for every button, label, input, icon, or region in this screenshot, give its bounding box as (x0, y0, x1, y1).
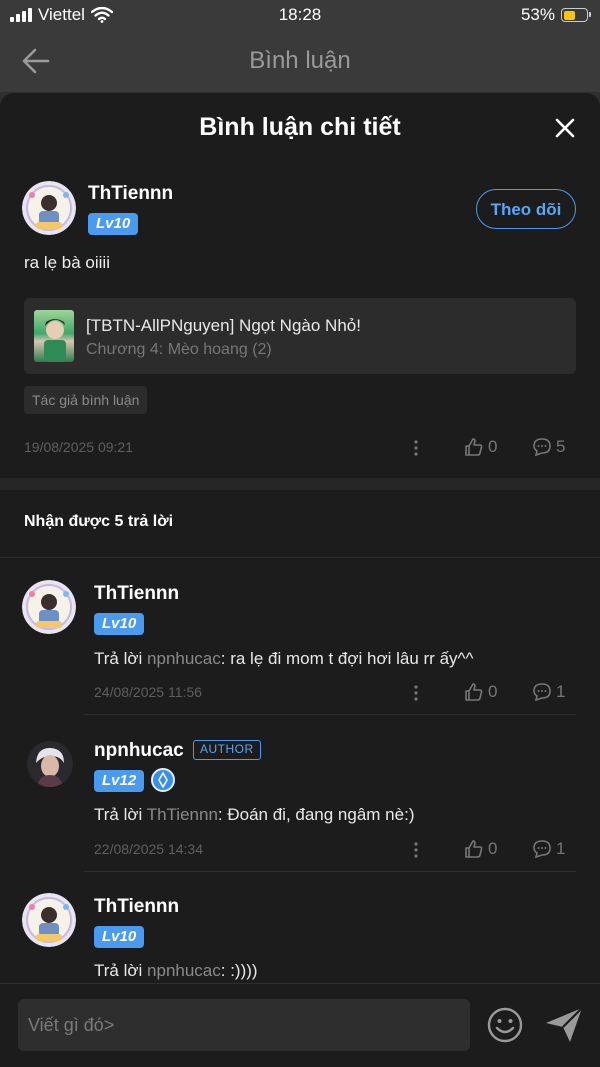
like-button[interactable]: 0 (464, 839, 497, 859)
top-nav: Bình luận (0, 30, 600, 92)
reply-author-name[interactable]: ThTiennn (94, 896, 179, 918)
comment-detail-sheet: Bình luận chi tiết ThTiennn Lv10 Theo dõ… (0, 93, 600, 1067)
divider (84, 871, 576, 872)
book-card[interactable]: [TBTN-AllPNguyen] Ngọt Ngào Nhỏ! Chương … (24, 298, 576, 374)
comment-input[interactable] (18, 999, 470, 1051)
battery-percent: 53% (520, 5, 555, 24)
reply-author-name[interactable]: ThTiennn (94, 583, 179, 605)
divider (0, 557, 600, 558)
comment-bubble-icon (533, 438, 551, 457)
reply-author-name[interactable]: npnhucac (94, 740, 184, 762)
like-button[interactable]: 0 (464, 437, 497, 457)
book-title: [TBTN-AllPNguyen] Ngọt Ngào Nhỏ! (86, 316, 361, 335)
comment-bubble-icon (533, 683, 551, 702)
verified-icon (151, 768, 175, 792)
book-chapter: Chương 4: Mèo hoang (2) (86, 341, 272, 358)
clock: 18:28 (278, 5, 322, 24)
thumbs-up-icon (465, 840, 483, 858)
replies-header: Nhận được 5 trả lời (24, 513, 174, 530)
more-options-icon[interactable] (414, 439, 418, 457)
author-comment-tag: Tác giả bình luận (24, 386, 148, 414)
avatar[interactable] (22, 181, 76, 235)
mention-link[interactable]: npnhucac (147, 961, 221, 980)
avatar[interactable] (22, 893, 76, 947)
mention-link[interactable]: npnhucac (147, 649, 221, 668)
reply-button[interactable]: 5 (532, 437, 565, 457)
like-count: 0 (488, 682, 498, 701)
nav-title: Bình luận (249, 47, 351, 74)
reply-count: 1 (556, 839, 566, 858)
thumbs-up-icon (465, 438, 483, 456)
divider (84, 714, 576, 715)
reply-date: 22/08/2025 14:34 (94, 841, 203, 857)
follow-button[interactable]: Theo dõi (476, 189, 576, 229)
reply-date: 24/08/2025 11:56 (94, 684, 202, 700)
like-button[interactable]: 0 (464, 682, 497, 702)
level-badge: Lv10 (94, 926, 145, 948)
more-options-icon[interactable] (414, 684, 418, 702)
level-badge: Lv10 (94, 613, 145, 635)
avatar[interactable] (22, 580, 76, 634)
reply-count: 1 (556, 682, 566, 701)
section-divider (0, 478, 600, 490)
reply-text: Trả lời npnhucac: ra lẹ đi mom t đợi hơi… (94, 649, 474, 668)
book-cover-image (34, 310, 74, 362)
send-icon[interactable] (544, 1006, 584, 1044)
reply-button[interactable]: 1 (532, 682, 565, 702)
battery-icon (561, 8, 591, 22)
comment-author-name[interactable]: ThTiennn (88, 183, 173, 205)
author-badge: AUTHOR (193, 740, 261, 760)
reply-button[interactable]: 1 (532, 839, 565, 859)
like-count: 0 (488, 839, 498, 858)
comment-date: 19/08/2025 09:21 (24, 439, 133, 455)
close-icon[interactable] (554, 117, 576, 139)
like-count: 0 (488, 437, 498, 456)
mention-link[interactable]: ThTiennn (147, 805, 218, 824)
comment-text: ra lẹ bà oiiii (24, 253, 110, 272)
avatar[interactable] (27, 741, 73, 787)
reply-text: Trả lời ThTiennn: Đoán đi, đang ngâm nè:… (94, 805, 415, 824)
level-badge: Lv10 (88, 213, 139, 235)
emoji-icon[interactable] (487, 1007, 523, 1043)
sheet-title: Bình luận chi tiết (199, 113, 401, 141)
level-badge: Lv12 (94, 770, 145, 792)
reply-count: 5 (556, 437, 566, 456)
status-bar: Viettel 18:28 53% (0, 0, 600, 30)
reply-text: Trả lời npnhucac: :)))) (94, 961, 258, 980)
more-options-icon[interactable] (414, 841, 418, 859)
comment-bubble-icon (533, 840, 551, 859)
comment-composer (0, 983, 600, 1067)
thumbs-up-icon (465, 683, 483, 701)
